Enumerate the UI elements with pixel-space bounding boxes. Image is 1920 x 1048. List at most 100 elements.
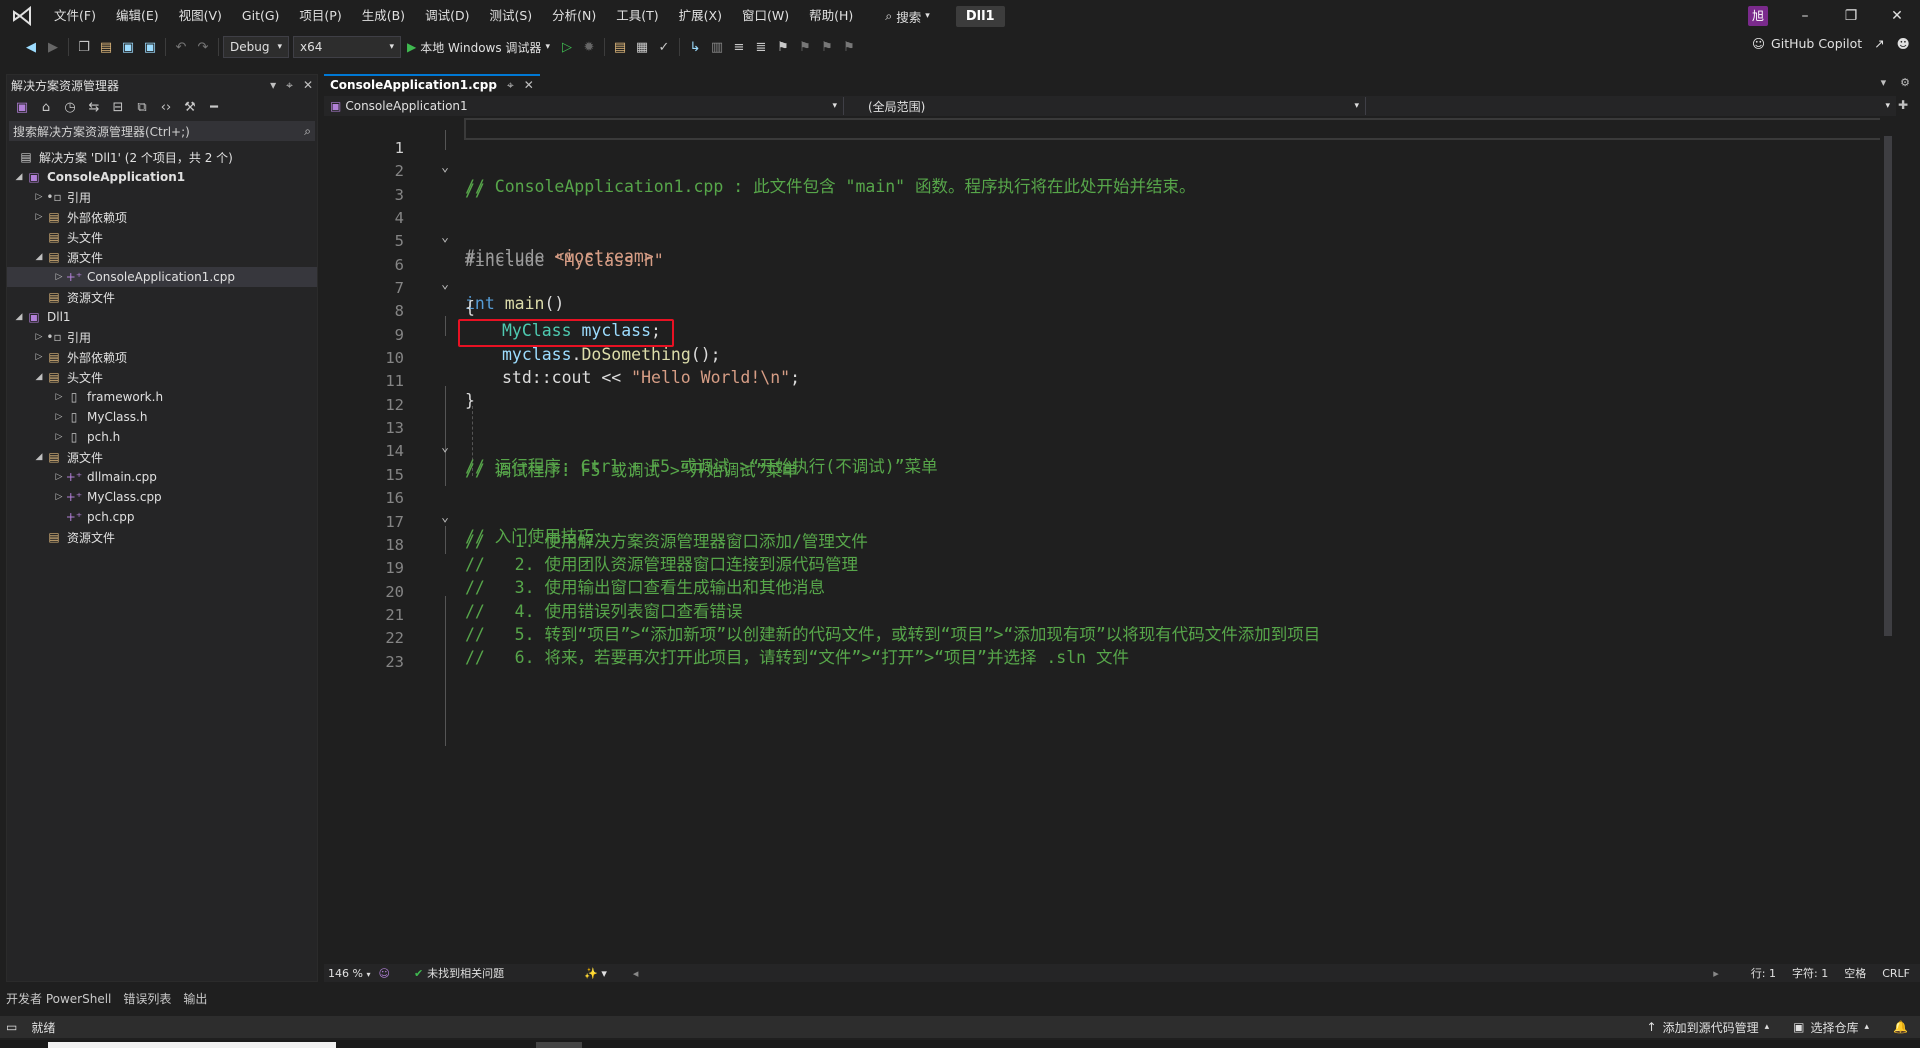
github-copilot-button[interactable]: ☺ GitHub Copilot ↗ ☻: [1752, 36, 1910, 51]
navigate-back-icon[interactable]: ◀: [20, 36, 42, 58]
menu-test[interactable]: 测试(S): [479, 0, 542, 32]
clear-bookmarks-icon[interactable]: ⚑: [838, 36, 860, 58]
save-icon[interactable]: ▣: [117, 36, 139, 58]
zoom-level-select[interactable]: 146 % ▾: [324, 967, 374, 980]
expanded-arrow-icon[interactable]: ◢: [33, 252, 45, 262]
code-view-icon[interactable]: ‹›: [155, 96, 177, 118]
tree-file-myclass-cpp[interactable]: ▷ +⁺ MyClass.cpp: [7, 487, 317, 507]
menu-help[interactable]: 帮助(H): [799, 0, 863, 32]
start-without-debugging-icon[interactable]: ▷: [556, 36, 578, 58]
select-repository-button[interactable]: ▣ 选择仓库 ▴: [1781, 1019, 1881, 1036]
tree-header-files[interactable]: ◢ ▤ 头文件: [7, 367, 317, 387]
solution-explorer-icon[interactable]: ▤: [609, 36, 631, 58]
fold-collapse-icon[interactable]: ⌄: [438, 436, 452, 459]
user-avatar[interactable]: 旭: [1748, 6, 1768, 26]
close-window-button[interactable]: ✕: [1874, 0, 1920, 32]
scroll-right-icon[interactable]: ▸: [1713, 967, 1719, 980]
switch-views-icon[interactable]: ▣: [11, 96, 33, 118]
copilot-status-icon[interactable]: ☺: [374, 967, 393, 980]
menu-edit[interactable]: 编辑(E): [106, 0, 169, 32]
next-bookmark-icon[interactable]: ⚑: [816, 36, 838, 58]
code-editor[interactable]: 1 ⌄ // ConsoleApplication1.cpp : 此文件包含 "…: [324, 116, 1896, 964]
solution-configuration-select[interactable]: Debug ▾: [223, 36, 289, 58]
tree-references[interactable]: ▷ •▫ 引用: [7, 187, 317, 207]
tree-project-dll1[interactable]: ◢ ▣ Dll1: [7, 307, 317, 327]
fold-collapse-icon[interactable]: ⌄: [438, 506, 452, 529]
home-icon[interactable]: ⌂: [35, 96, 57, 118]
expanded-arrow-icon[interactable]: ◢: [13, 312, 25, 322]
collapse-all-icon[interactable]: ⊟: [107, 96, 129, 118]
collapsed-arrow-icon[interactable]: ▷: [33, 212, 45, 222]
properties-wrench-icon[interactable]: ⚒: [179, 96, 201, 118]
tree-file-myclass-h[interactable]: ▷ ▯ MyClass.h: [7, 407, 317, 427]
tree-source-files[interactable]: ◢ ▤ 源文件: [7, 447, 317, 467]
collapsed-arrow-icon[interactable]: ▷: [53, 392, 65, 402]
menu-window[interactable]: 窗口(W): [732, 0, 799, 32]
fold-collapse-icon[interactable]: ⌄: [438, 226, 452, 249]
panel-options-icon[interactable]: ▾: [270, 78, 276, 93]
tree-external-deps[interactable]: ▷ ▤ 外部依赖项: [7, 207, 317, 227]
redo-icon[interactable]: ↷: [192, 36, 214, 58]
tree-header-files[interactable]: ▤ 头文件: [7, 227, 317, 247]
column-indicator[interactable]: 字符: 1: [1784, 965, 1836, 981]
collapsed-arrow-icon[interactable]: ▷: [53, 472, 65, 482]
navigate-forward-icon[interactable]: ▶: [42, 36, 64, 58]
scope-select[interactable]: (全局范围) ▾: [844, 97, 1366, 115]
tab-dropdown-icon[interactable]: ▾: [1881, 76, 1887, 89]
tab-output[interactable]: 输出: [177, 990, 213, 1007]
notifications-bell-icon[interactable]: 🔔: [1881, 1020, 1920, 1034]
whitespace-indicator[interactable]: 空格: [1836, 965, 1874, 981]
collapsed-arrow-icon[interactable]: ▷: [33, 332, 45, 342]
restore-button[interactable]: ❐: [1828, 0, 1874, 32]
tree-file-dllmain-cpp[interactable]: ▷ +⁺ dllmain.cpp: [7, 467, 317, 487]
menu-git[interactable]: Git(G): [232, 0, 290, 32]
solution-name-badge[interactable]: Dll1: [955, 5, 1005, 27]
menu-debug[interactable]: 调试(D): [415, 0, 479, 32]
pin-icon[interactable]: ⌖: [507, 78, 514, 93]
tree-resource-files[interactable]: ▤ 资源文件: [7, 527, 317, 547]
tree-file-pch-cpp[interactable]: +⁺ pch.cpp: [7, 507, 317, 527]
save-all-icon[interactable]: ▣: [139, 36, 161, 58]
close-icon[interactable]: ✕: [303, 78, 313, 93]
tree-file-framework-h[interactable]: ▷ ▯ framework.h: [7, 387, 317, 407]
minimize-button[interactable]: –: [1782, 0, 1828, 32]
start-debugging-button[interactable]: ▶ 本地 Windows 调试器 ▾: [401, 36, 556, 58]
prev-bookmark-icon[interactable]: ⚑: [794, 36, 816, 58]
collapsed-arrow-icon[interactable]: ▷: [53, 432, 65, 442]
tree-references[interactable]: ▷ •▫ 引用: [7, 327, 317, 347]
bookmark-icon[interactable]: ⚑: [772, 36, 794, 58]
sync-icon[interactable]: ⇆: [83, 96, 105, 118]
issues-indicator[interactable]: ✔ 未找到相关问题: [394, 965, 514, 981]
tree-file-pch-h[interactable]: ▷ ▯ pch.h: [7, 427, 317, 447]
collapsed-arrow-icon[interactable]: ▷: [53, 492, 65, 502]
solution-platform-select[interactable]: x64 ▾: [293, 36, 401, 58]
menu-analyze[interactable]: 分析(N): [542, 0, 606, 32]
line-indicator[interactable]: 行: 1: [1743, 965, 1784, 981]
menu-tools[interactable]: 工具(T): [606, 0, 668, 32]
tab-developer-powershell[interactable]: 开发者 PowerShell: [0, 990, 117, 1007]
visual-studio-logo-icon[interactable]: [0, 0, 44, 32]
scrollbar-thumb[interactable]: [1884, 136, 1892, 636]
pending-changes-icon[interactable]: ◷: [59, 96, 81, 118]
expanded-arrow-icon[interactable]: ◢: [33, 452, 45, 462]
fold-collapse-icon[interactable]: ⌄: [438, 273, 452, 296]
add-to-source-control-button[interactable]: ↑ 添加到源代码管理 ▴: [1635, 1019, 1782, 1036]
spell-check-icon[interactable]: ✓: [653, 36, 675, 58]
member-select[interactable]: ▾: [1366, 97, 1896, 115]
settings-gear-icon[interactable]: ⚙: [1900, 76, 1910, 89]
menu-file[interactable]: 文件(F): [44, 0, 106, 32]
hot-reload-icon[interactable]: ✹: [578, 36, 600, 58]
step-icon[interactable]: ↳: [684, 36, 706, 58]
open-folder-icon[interactable]: ▤: [95, 36, 117, 58]
tree-solution-node[interactable]: ▤ 解决方案 'Dll1' (2 个项目，共 2 个): [7, 147, 317, 167]
global-search-button[interactable]: ⌕ 搜索 ▾: [875, 0, 940, 32]
menu-view[interactable]: 视图(V): [169, 0, 232, 32]
expanded-arrow-icon[interactable]: ◢: [13, 172, 25, 182]
layout-icon[interactable]: ▦: [631, 36, 653, 58]
tree-external-deps[interactable]: ▷ ▤ 外部依赖项: [7, 347, 317, 367]
split-editor-icon[interactable]: ✚: [1898, 98, 1908, 112]
preview-icon[interactable]: ━: [203, 96, 225, 118]
collapsed-arrow-icon[interactable]: ▷: [33, 352, 45, 362]
scroll-left-icon[interactable]: ◂: [633, 967, 639, 980]
collapsed-arrow-icon[interactable]: ▷: [33, 192, 45, 202]
